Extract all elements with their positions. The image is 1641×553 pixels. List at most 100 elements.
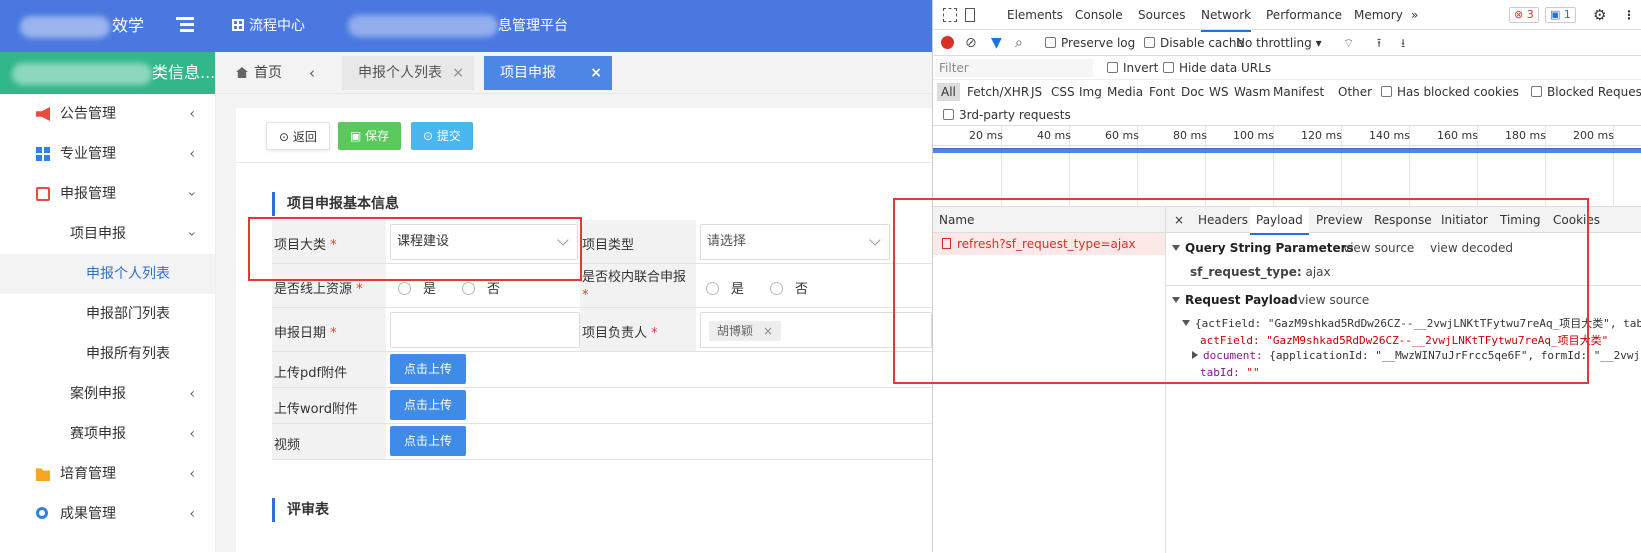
tick-label: 40 ms	[1037, 129, 1071, 142]
sidebar-item-contest-declaration[interactable]: 赛项申报 ‹	[0, 414, 215, 454]
tab-personal-list[interactable]: 申报个人列表 ×	[342, 56, 474, 90]
gear-icon[interactable]: ⚙	[1593, 0, 1606, 30]
tab-label: 申报个人列表	[358, 65, 442, 81]
type-select[interactable]: 请选择	[700, 224, 890, 260]
tab-home[interactable]: 首页	[236, 52, 282, 94]
hide-data-urls-checkbox[interactable]: Hide data URLs	[1163, 56, 1271, 80]
sidebar-item-department-list[interactable]: 申报部门列表	[0, 294, 215, 334]
back-button[interactable]: ⊙ 返回	[266, 122, 330, 150]
highlight-box	[248, 217, 582, 281]
tab-network[interactable]: Network	[1201, 0, 1252, 32]
record-icon[interactable]	[941, 36, 954, 49]
type-ws[interactable]: WS	[1209, 80, 1228, 104]
wifi-icon[interactable]: ⌔	[1343, 30, 1354, 56]
close-icon[interactable]: ×	[452, 56, 464, 90]
menu-toggle-icon[interactable]	[176, 17, 194, 35]
radio-label: 否	[795, 282, 809, 297]
tick-label: 200 ms	[1573, 129, 1614, 142]
blocked-requests-checkbox[interactable]: Blocked Requests	[1531, 80, 1641, 104]
sidebar-item-label: 申报管理	[60, 186, 116, 202]
kebab-menu-icon[interactable]: ⋮	[1623, 0, 1635, 30]
close-icon[interactable]: ×	[590, 56, 602, 90]
filter-input[interactable]: Filter	[935, 59, 1093, 77]
upload-icon[interactable]: ⭱	[1377, 30, 1381, 56]
type-js[interactable]: JS	[1031, 80, 1042, 104]
type-label: 项目类型	[580, 220, 696, 263]
sidebar-item-personal-list[interactable]: 申报个人列表	[0, 254, 215, 294]
joint-no-radio[interactable]: 否	[770, 278, 808, 297]
submit-button[interactable]: ⊙ 提交	[411, 122, 473, 150]
tab-memory[interactable]: Memory	[1354, 0, 1403, 30]
type-all[interactable]: All	[937, 83, 960, 101]
checkbox-label: Preserve log	[1061, 36, 1136, 50]
sidebar-item-all-list[interactable]: 申报所有列表	[0, 334, 215, 374]
sidebar-item-major[interactable]: 专业管理 ‹	[0, 134, 215, 174]
type-wasm[interactable]: Wasm	[1234, 80, 1270, 104]
inspect-icon[interactable]	[943, 8, 957, 22]
chevron-left-icon: ‹	[189, 426, 195, 442]
third-party-checkbox[interactable]: 3rd-party requests	[943, 104, 1071, 126]
apps-icon	[36, 147, 50, 161]
tab-performance[interactable]: Performance	[1266, 0, 1342, 30]
type-img[interactable]: Img	[1079, 80, 1102, 104]
tab-sources[interactable]: Sources	[1138, 0, 1185, 30]
more-tabs-button[interactable]: »	[1411, 0, 1418, 30]
sidebar-item-label: 申报部门列表	[86, 306, 170, 322]
type-doc[interactable]: Doc	[1181, 80, 1204, 104]
joint-yes-radio[interactable]: 是	[706, 278, 744, 297]
button-label: 提交	[436, 129, 461, 143]
award-icon	[36, 507, 48, 519]
upload-pdf-button[interactable]: 点击上传	[390, 354, 467, 384]
timeline-overview[interactable]	[933, 146, 1641, 202]
download-icon[interactable]: ⭳	[1401, 30, 1405, 56]
tab-elements[interactable]: Elements	[1007, 0, 1063, 30]
error-badge[interactable]: ⊗ 3	[1509, 7, 1539, 23]
sidebar-item-label: 公告管理	[60, 106, 116, 122]
clear-icon[interactable]: ⊘	[965, 30, 977, 56]
tab-project-declaration[interactable]: 项目申报 ×	[484, 56, 612, 90]
save-button[interactable]: ▣ 保存	[338, 122, 402, 150]
upload-word-button[interactable]: 点击上传	[390, 390, 467, 420]
checkbox-label: 3rd-party requests	[959, 108, 1071, 122]
upload-video-button[interactable]: 点击上传	[390, 426, 467, 456]
throttling-select[interactable]: No throttling ▾	[1236, 30, 1322, 56]
tick-label: 20 ms	[969, 129, 1003, 142]
sidebar-item-label: 项目申报	[70, 226, 126, 242]
network-toolbar: ⊘ ▼ ⌕ Preserve log Disable cache No thro…	[933, 30, 1641, 56]
type-css[interactable]: CSS	[1051, 80, 1075, 104]
label-text: 项目负责人	[582, 326, 648, 341]
sidebar-item-project-declaration[interactable]: 项目申报 ‹	[0, 214, 215, 254]
nav-flow-center[interactable]: 流程中心	[232, 0, 305, 52]
date-input[interactable]	[390, 312, 580, 348]
tabs-prev-button[interactable]: ‹	[300, 52, 324, 94]
radio-circle	[706, 282, 719, 295]
preserve-log-checkbox[interactable]: Preserve log	[1045, 30, 1135, 56]
type-media[interactable]: Media	[1107, 80, 1143, 104]
device-toggle-icon[interactable]	[965, 8, 975, 22]
blocked-cookies-checkbox[interactable]: Has blocked cookies	[1381, 80, 1519, 104]
logo-text: 效学	[112, 16, 145, 35]
sidebar-item-case-declaration[interactable]: 案例申报 ‹	[0, 374, 215, 414]
radio-label: 是	[423, 282, 437, 297]
sidebar-item-announcement[interactable]: 公告管理 ‹	[0, 94, 215, 134]
filter-icon[interactable]: ▼	[991, 30, 1002, 56]
sidebar-item-label: 申报所有列表	[86, 346, 170, 362]
type-font[interactable]: Font	[1149, 80, 1175, 104]
type-fetch-xhr[interactable]: Fetch/XHR	[967, 80, 1029, 104]
highlight-box	[893, 198, 1589, 384]
close-icon[interactable]: ×	[763, 324, 773, 338]
sidebar-item-achievement[interactable]: 成果管理 ‹	[0, 494, 215, 534]
sidebar-item-declaration[interactable]: 申报管理 ‹	[0, 174, 215, 214]
search-icon[interactable]: ⌕	[1015, 30, 1023, 56]
chevron-down-icon	[869, 234, 881, 246]
message-badge[interactable]: ▣ 1	[1545, 7, 1576, 23]
type-other[interactable]: Other	[1338, 80, 1372, 104]
sidebar-item-label: 案例申报	[70, 386, 126, 402]
disable-cache-checkbox[interactable]: Disable cache	[1144, 30, 1244, 56]
type-manifest[interactable]: Manifest	[1273, 80, 1324, 104]
nav-platform[interactable]: 息管理平台	[348, 0, 568, 52]
sidebar-item-cultivation[interactable]: 培育管理 ‹	[0, 454, 215, 494]
tab-console[interactable]: Console	[1075, 0, 1123, 30]
invert-checkbox[interactable]: Invert	[1107, 56, 1158, 80]
app-logo[interactable]: 效学	[20, 0, 144, 52]
